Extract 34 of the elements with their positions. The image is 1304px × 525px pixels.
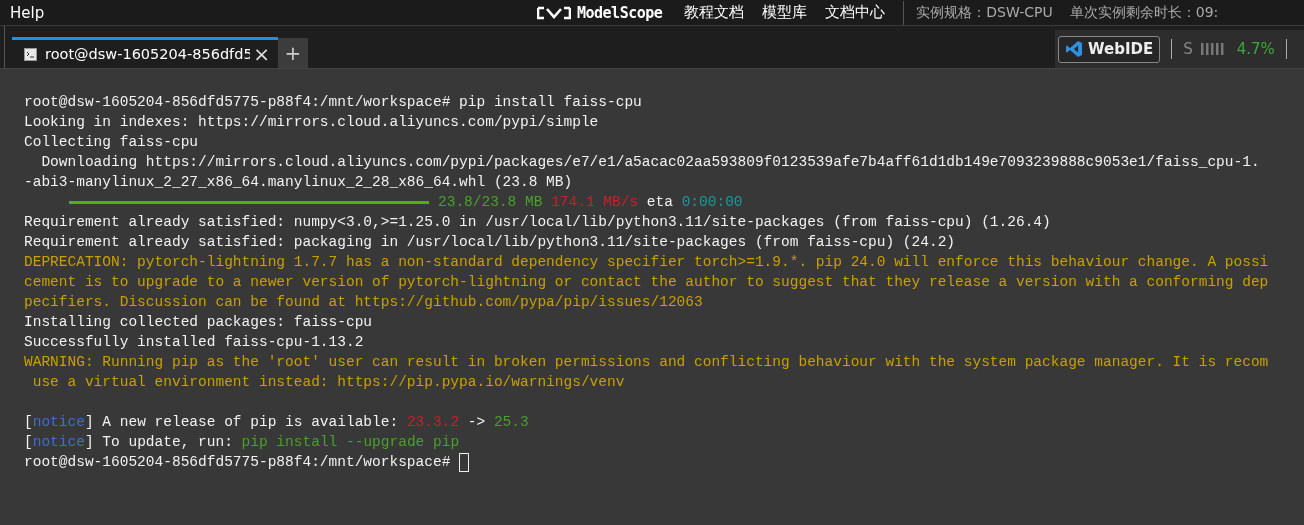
terminal-line: WARNING: Running pip as the 'root' user can result in broken permissions and conflicting behaviour with the system package manager. It is recom <box>24 353 1269 372</box>
code-editor-icon <box>1065 40 1083 58</box>
nav-link[interactable]: 教程文档 <box>684 3 745 22</box>
terminal-line: [notice] To update, run: pip install --upgrade pip <box>24 433 460 452</box>
help-menu[interactable]: Help <box>10 3 537 22</box>
cursor <box>459 452 470 472</box>
terminal-line: Downloading https://mirrors.cloud.aliyuncs.com/pypi/packages/e7/e1/a5acac02aa593809f0123539afe7b4aff61d1db149e7093239888c9053e1/faiss_cpu-1. <box>40 153 1260 172</box>
terminal-line: pecifiers. Discussion can be found at https://github.com/pypa/pip/issues/12063 <box>24 293 703 312</box>
terminal-line: root@dsw-1605204-856dfd5775-p88f4:/mnt/workspace# <box>24 453 452 472</box>
instance-spec: 实例规格：DSW-CPU <box>916 3 1053 22</box>
terminal-icon <box>24 47 37 61</box>
terminal-line: -abi3-manylinux_2_27_x86_64.manylinux_2_28_x86_64.whl (23.8 MB) <box>24 173 573 192</box>
nav-link[interactable]: 模型库 <box>762 3 808 22</box>
nav-link[interactable]: 文档中心 <box>825 3 886 22</box>
terminal-line: Requirement already satisfied: packaging in /usr/local/lib/python3.11/site-packages (from faiss-cpu) (24.2) <box>24 233 956 252</box>
terminal-line: 23.8/23.8 MB 174.1 MB/s eta 0:00:00 <box>438 193 743 212</box>
cpu-usage: 4.7% <box>1236 40 1275 58</box>
meter-label: S <box>1183 40 1193 58</box>
terminal-line: root@dsw-1605204-856dfd5775-p88f4:/mnt/workspace# pip install faiss-cpu <box>24 93 642 112</box>
terminal-line: DEPRECATION: pytorch-lightning 1.7.7 has a non-standard dependency specifier torch>=1.9.*. pip 24.0 will enforce this behaviour change. A possi <box>24 253 1269 272</box>
terminal-line: Requirement already satisfied: numpy<3.0,>=1.25.0 in /usr/local/lib/python3.11/site-packages (from faiss-cpu) (1.26.4) <box>24 213 1051 232</box>
close-icon[interactable]: × <box>253 42 270 66</box>
terminal-line: [notice] A new release of pip is available: 23.3.2 -> 25.3 <box>24 413 529 432</box>
terminal-line: Collecting faiss-cpu <box>24 133 199 152</box>
logo-text[interactable]: ModelScope <box>577 3 663 22</box>
terminal-line: Installing collected packages: faiss-cpu <box>24 313 373 332</box>
usage-bars-icon <box>1200 43 1225 55</box>
terminal-line: use a virtual environment instead: https://pip.pypa.io/warnings/venv <box>31 373 625 392</box>
terminal-line: cement is to upgrade to a newer version of pytorch-lightning or contact the author to suggest that they release a version with a conforming dep <box>24 273 1269 292</box>
new-tab-button[interactable]: + <box>278 38 308 68</box>
webide-button[interactable]: WebIDE <box>1058 35 1161 63</box>
terminal-line: Looking in indexes: https://mirrors.cloud.aliyuncs.com/pypi/simple <box>24 113 599 132</box>
remaining-time: 单次实例剩余时长：09: <box>1069 3 1219 22</box>
terminal-line: Successfully installed faiss-cpu-1.13.2 <box>24 333 364 352</box>
